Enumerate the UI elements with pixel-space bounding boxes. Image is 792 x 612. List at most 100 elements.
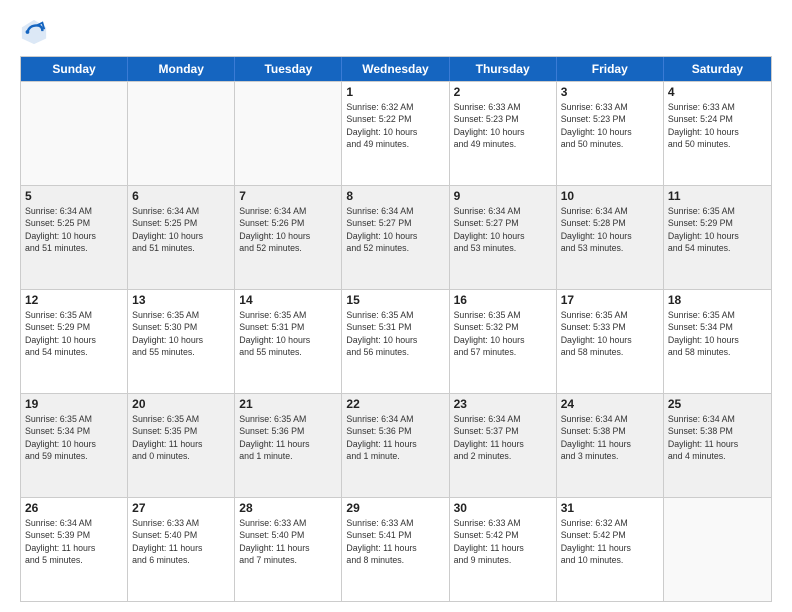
day-number: 12 <box>25 293 123 307</box>
header-day-saturday: Saturday <box>664 57 771 81</box>
day-info: Sunrise: 6:34 AM Sunset: 5:25 PM Dayligh… <box>132 205 230 254</box>
day-info: Sunrise: 6:34 AM Sunset: 5:25 PM Dayligh… <box>25 205 123 254</box>
logo <box>20 18 52 46</box>
empty-cell <box>235 82 342 185</box>
day-number: 2 <box>454 85 552 99</box>
day-cell-19: 19 Sunrise: 6:35 AM Sunset: 5:34 PM Dayli… <box>21 394 128 497</box>
day-cell-16: 16 Sunrise: 6:35 AM Sunset: 5:32 PM Dayli… <box>450 290 557 393</box>
day-info: Sunrise: 6:34 AM Sunset: 5:26 PM Dayligh… <box>239 205 337 254</box>
day-number: 20 <box>132 397 230 411</box>
day-info: Sunrise: 6:35 AM Sunset: 5:30 PM Dayligh… <box>132 309 230 358</box>
day-info: Sunrise: 6:34 AM Sunset: 5:38 PM Dayligh… <box>668 413 767 462</box>
day-cell-1: 1 Sunrise: 6:32 AM Sunset: 5:22 PM Daylig… <box>342 82 449 185</box>
day-number: 15 <box>346 293 444 307</box>
day-cell-31: 31 Sunrise: 6:32 AM Sunset: 5:42 PM Dayli… <box>557 498 664 601</box>
day-number: 3 <box>561 85 659 99</box>
day-info: Sunrise: 6:35 AM Sunset: 5:33 PM Dayligh… <box>561 309 659 358</box>
logo-icon <box>20 18 48 46</box>
day-info: Sunrise: 6:35 AM Sunset: 5:34 PM Dayligh… <box>25 413 123 462</box>
day-info: Sunrise: 6:34 AM Sunset: 5:27 PM Dayligh… <box>454 205 552 254</box>
day-cell-15: 15 Sunrise: 6:35 AM Sunset: 5:31 PM Dayli… <box>342 290 449 393</box>
day-number: 7 <box>239 189 337 203</box>
day-info: Sunrise: 6:35 AM Sunset: 5:31 PM Dayligh… <box>346 309 444 358</box>
day-number: 16 <box>454 293 552 307</box>
day-number: 27 <box>132 501 230 515</box>
header-day-friday: Friday <box>557 57 664 81</box>
calendar-row-3: 19 Sunrise: 6:35 AM Sunset: 5:34 PM Dayli… <box>21 393 771 497</box>
day-info: Sunrise: 6:35 AM Sunset: 5:29 PM Dayligh… <box>25 309 123 358</box>
day-cell-26: 26 Sunrise: 6:34 AM Sunset: 5:39 PM Dayli… <box>21 498 128 601</box>
calendar: SundayMondayTuesdayWednesdayThursdayFrid… <box>20 56 772 602</box>
day-number: 4 <box>668 85 767 99</box>
day-number: 26 <box>25 501 123 515</box>
day-cell-5: 5 Sunrise: 6:34 AM Sunset: 5:25 PM Daylig… <box>21 186 128 289</box>
day-number: 31 <box>561 501 659 515</box>
day-cell-11: 11 Sunrise: 6:35 AM Sunset: 5:29 PM Dayli… <box>664 186 771 289</box>
day-info: Sunrise: 6:33 AM Sunset: 5:40 PM Dayligh… <box>132 517 230 566</box>
page: SundayMondayTuesdayWednesdayThursdayFrid… <box>0 0 792 612</box>
day-number: 19 <box>25 397 123 411</box>
day-info: Sunrise: 6:35 AM Sunset: 5:34 PM Dayligh… <box>668 309 767 358</box>
day-cell-22: 22 Sunrise: 6:34 AM Sunset: 5:36 PM Dayli… <box>342 394 449 497</box>
day-number: 1 <box>346 85 444 99</box>
empty-cell <box>128 82 235 185</box>
day-number: 18 <box>668 293 767 307</box>
day-info: Sunrise: 6:35 AM Sunset: 5:35 PM Dayligh… <box>132 413 230 462</box>
day-cell-21: 21 Sunrise: 6:35 AM Sunset: 5:36 PM Dayli… <box>235 394 342 497</box>
day-number: 30 <box>454 501 552 515</box>
day-cell-30: 30Sunrise: 6:33 AM Sunset: 5:42 PM Dayli… <box>450 498 557 601</box>
day-info: Sunrise: 6:34 AM Sunset: 5:37 PM Dayligh… <box>454 413 552 462</box>
day-cell-23: 23 Sunrise: 6:34 AM Sunset: 5:37 PM Dayli… <box>450 394 557 497</box>
day-cell-25: 25Sunrise: 6:34 AM Sunset: 5:38 PM Dayli… <box>664 394 771 497</box>
day-number: 14 <box>239 293 337 307</box>
header-day-wednesday: Wednesday <box>342 57 449 81</box>
calendar-row-2: 12 Sunrise: 6:35 AM Sunset: 5:29 PM Dayli… <box>21 289 771 393</box>
day-info: Sunrise: 6:33 AM Sunset: 5:23 PM Dayligh… <box>454 101 552 150</box>
day-info: Sunrise: 6:34 AM Sunset: 5:39 PM Dayligh… <box>25 517 123 566</box>
day-cell-17: 17 Sunrise: 6:35 AM Sunset: 5:33 PM Dayli… <box>557 290 664 393</box>
day-cell-13: 13Sunrise: 6:35 AM Sunset: 5:30 PM Dayli… <box>128 290 235 393</box>
day-number: 21 <box>239 397 337 411</box>
calendar-row-0: 1 Sunrise: 6:32 AM Sunset: 5:22 PM Daylig… <box>21 81 771 185</box>
day-info: Sunrise: 6:33 AM Sunset: 5:40 PM Dayligh… <box>239 517 337 566</box>
day-cell-20: 20 Sunrise: 6:35 AM Sunset: 5:35 PM Dayli… <box>128 394 235 497</box>
day-info: Sunrise: 6:32 AM Sunset: 5:42 PM Dayligh… <box>561 517 659 566</box>
day-cell-4: 4 Sunrise: 6:33 AM Sunset: 5:24 PM Daylig… <box>664 82 771 185</box>
day-cell-29: 29Sunrise: 6:33 AM Sunset: 5:41 PM Dayli… <box>342 498 449 601</box>
day-info: Sunrise: 6:33 AM Sunset: 5:24 PM Dayligh… <box>668 101 767 150</box>
day-number: 6 <box>132 189 230 203</box>
day-cell-7: 7 Sunrise: 6:34 AM Sunset: 5:26 PM Daylig… <box>235 186 342 289</box>
day-info: Sunrise: 6:35 AM Sunset: 5:36 PM Dayligh… <box>239 413 337 462</box>
day-info: Sunrise: 6:32 AM Sunset: 5:22 PM Dayligh… <box>346 101 444 150</box>
calendar-header: SundayMondayTuesdayWednesdayThursdayFrid… <box>21 57 771 81</box>
day-cell-14: 14 Sunrise: 6:35 AM Sunset: 5:31 PM Dayli… <box>235 290 342 393</box>
day-cell-12: 12 Sunrise: 6:35 AM Sunset: 5:29 PM Dayli… <box>21 290 128 393</box>
day-number: 23 <box>454 397 552 411</box>
day-number: 10 <box>561 189 659 203</box>
day-cell-2: 2 Sunrise: 6:33 AM Sunset: 5:23 PM Daylig… <box>450 82 557 185</box>
day-info: Sunrise: 6:35 AM Sunset: 5:31 PM Dayligh… <box>239 309 337 358</box>
day-info: Sunrise: 6:35 AM Sunset: 5:32 PM Dayligh… <box>454 309 552 358</box>
day-info: Sunrise: 6:34 AM Sunset: 5:28 PM Dayligh… <box>561 205 659 254</box>
day-cell-9: 9Sunrise: 6:34 AM Sunset: 5:27 PM Daylig… <box>450 186 557 289</box>
day-number: 11 <box>668 189 767 203</box>
day-number: 24 <box>561 397 659 411</box>
header-day-monday: Monday <box>128 57 235 81</box>
day-number: 8 <box>346 189 444 203</box>
day-number: 17 <box>561 293 659 307</box>
header-day-sunday: Sunday <box>21 57 128 81</box>
day-cell-18: 18 Sunrise: 6:35 AM Sunset: 5:34 PM Dayli… <box>664 290 771 393</box>
day-info: Sunrise: 6:35 AM Sunset: 5:29 PM Dayligh… <box>668 205 767 254</box>
day-number: 5 <box>25 189 123 203</box>
day-info: Sunrise: 6:33 AM Sunset: 5:41 PM Dayligh… <box>346 517 444 566</box>
day-number: 22 <box>346 397 444 411</box>
day-info: Sunrise: 6:34 AM Sunset: 5:36 PM Dayligh… <box>346 413 444 462</box>
day-cell-3: 3Sunrise: 6:33 AM Sunset: 5:23 PM Daylig… <box>557 82 664 185</box>
day-cell-28: 28Sunrise: 6:33 AM Sunset: 5:40 PM Dayli… <box>235 498 342 601</box>
calendar-row-4: 26 Sunrise: 6:34 AM Sunset: 5:39 PM Dayli… <box>21 497 771 601</box>
day-cell-24: 24Sunrise: 6:34 AM Sunset: 5:38 PM Dayli… <box>557 394 664 497</box>
empty-cell <box>664 498 771 601</box>
empty-cell <box>21 82 128 185</box>
header-day-tuesday: Tuesday <box>235 57 342 81</box>
calendar-body: 1 Sunrise: 6:32 AM Sunset: 5:22 PM Daylig… <box>21 81 771 601</box>
